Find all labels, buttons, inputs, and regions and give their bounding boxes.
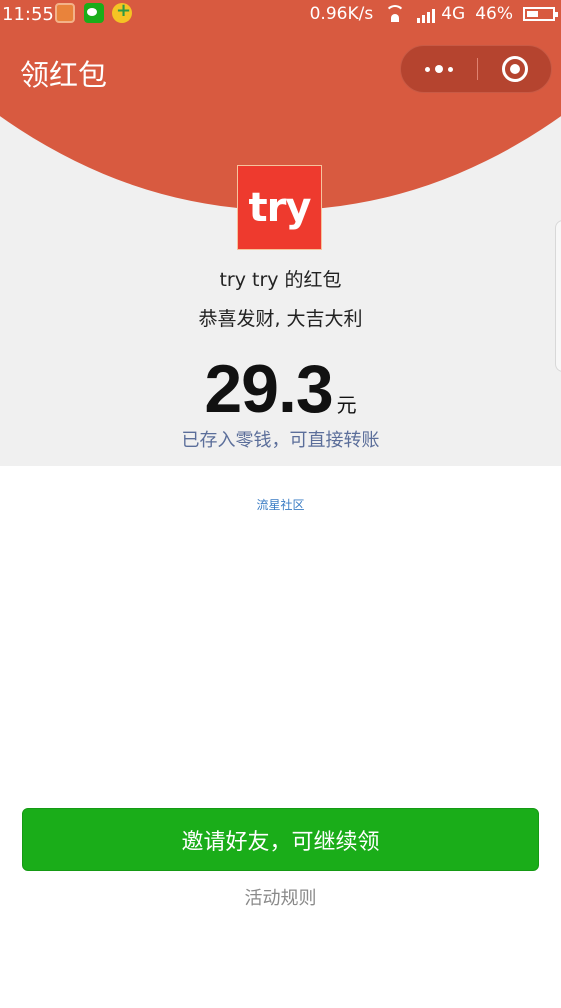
network-type: 4G bbox=[441, 4, 466, 24]
more-dot-icon bbox=[425, 66, 430, 72]
amount-row: 29.3 元 bbox=[0, 350, 561, 428]
plus-app-icon bbox=[112, 0, 132, 23]
wifi-icon bbox=[383, 5, 407, 23]
more-dot-icon bbox=[435, 65, 443, 73]
invite-button-label: 邀请好友，可继续领 bbox=[181, 829, 380, 855]
signal-icon bbox=[417, 5, 439, 23]
status-right: 0.96K/s 4G 46% bbox=[309, 4, 558, 24]
status-bar: 11:55 0.96K/s 4G 46% bbox=[0, 0, 561, 28]
currency-label: 元 bbox=[336, 393, 357, 417]
status-time: 11:55 bbox=[2, 4, 54, 25]
amount-value: 29.3 bbox=[204, 351, 333, 427]
battery-fill bbox=[527, 11, 538, 17]
wechat-app-icon bbox=[84, 3, 104, 23]
lock-app-icon bbox=[55, 3, 75, 23]
avatar: try bbox=[237, 165, 322, 250]
sender-name: try try 的红包 bbox=[219, 269, 342, 291]
network-speed: 0.96K/s bbox=[309, 4, 374, 24]
invite-friends-button[interactable]: 邀请好友，可继续领 bbox=[22, 808, 539, 871]
page-title: 领红包 bbox=[20, 58, 108, 92]
saved-to-wallet-link[interactable]: 已存入零钱，可直接转账 bbox=[0, 426, 561, 452]
activity-rules-link[interactable]: 活动规则 bbox=[0, 884, 561, 910]
battery-percent: 46% bbox=[475, 4, 513, 24]
greeting-text: 恭喜发财, 大吉大利 bbox=[198, 308, 363, 330]
close-target-icon[interactable] bbox=[478, 46, 552, 92]
more-dot-icon bbox=[448, 66, 453, 72]
more-button[interactable] bbox=[401, 46, 477, 92]
avatar-text: try bbox=[248, 184, 312, 231]
side-handle[interactable] bbox=[555, 220, 561, 372]
community-link[interactable]: 流星社区 bbox=[0, 496, 561, 513]
battery-icon bbox=[523, 7, 558, 21]
miniprogram-capsule bbox=[400, 45, 552, 93]
